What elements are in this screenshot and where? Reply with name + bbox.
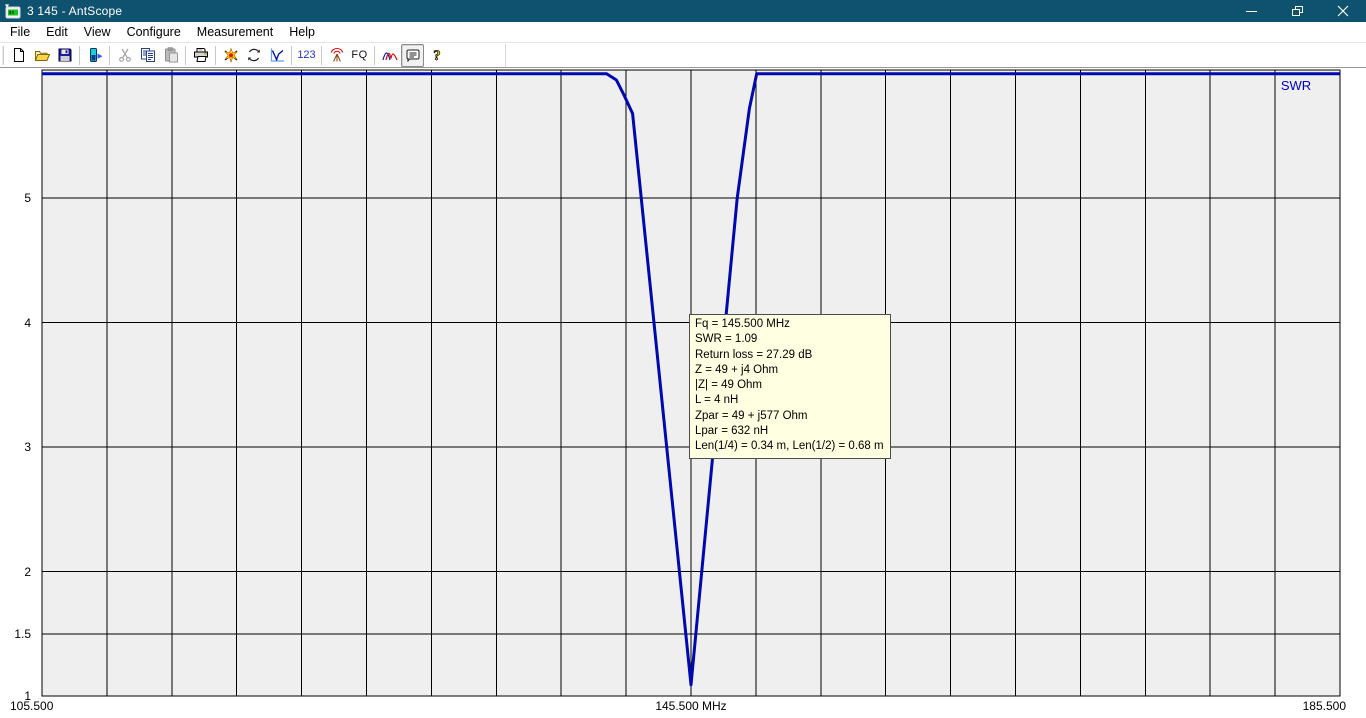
copy-button[interactable] (136, 44, 159, 67)
question-mark-icon: ? (428, 47, 444, 63)
spark-button[interactable] (219, 44, 242, 67)
minimize-icon (1246, 11, 1257, 12)
antenna-transmit-icon (329, 47, 345, 63)
tooltip-line: Z = 49 + j4 Ohm (695, 363, 884, 378)
app-icon (5, 3, 21, 19)
swr-legend: SWR (1266, 78, 1326, 93)
y-axis-label: 1.5 (0, 627, 31, 641)
curves-button[interactable] (378, 44, 401, 67)
window-title: 3 145 - AntScope (27, 4, 122, 18)
tooltip-line: Lpar = 632 nH (695, 424, 884, 439)
fq-label-icon: FQ (351, 49, 367, 61)
menu-configure[interactable]: Configure (119, 23, 189, 41)
antscope-window: 3 145 - AntScope File Edit View Configur… (0, 0, 1366, 718)
tooltip-line: Len(1/4) = 0.34 m, Len(1/2) = 0.68 m (695, 439, 884, 454)
menu-edit[interactable]: Edit (38, 23, 76, 41)
toolbar-separator (291, 46, 292, 65)
x-axis-label-end: 185.500 (1240, 699, 1346, 713)
restore-icon (1292, 6, 1303, 16)
save-button[interactable] (53, 44, 76, 67)
numbers-button[interactable]: 123 (295, 44, 318, 67)
antenna-button[interactable] (325, 44, 348, 67)
paste-button[interactable] (159, 44, 182, 67)
spark-star-icon (223, 47, 239, 63)
refresh-button[interactable] (242, 44, 265, 67)
swr-curve-chart-icon (269, 47, 285, 63)
tooltip-line: |Z| = 49 Ohm (695, 378, 884, 393)
toolbar-separator (374, 46, 375, 65)
connect-device-button[interactable] (83, 44, 106, 67)
overlay-curves-icon (382, 47, 398, 63)
y-axis-label: 5 (0, 191, 31, 205)
fq-button[interactable]: FQ (348, 44, 371, 67)
save-floppy-icon (57, 47, 73, 63)
print-button[interactable] (189, 44, 212, 67)
toolbar-separator (215, 46, 216, 65)
toolbar-separator (109, 46, 110, 65)
new-button[interactable] (7, 44, 30, 67)
x-axis-label-start: 105.500 (10, 699, 53, 713)
x-axis-label-center: 145.500 MHz (611, 699, 771, 713)
notes-list-icon (405, 47, 421, 63)
open-folder-icon (34, 47, 50, 63)
menu-bar: File Edit View Configure Measurement Hel… (0, 22, 1366, 43)
restore-button[interactable] (1274, 0, 1320, 22)
refresh-arrows-icon (246, 47, 262, 63)
cursor-info-toggle-button[interactable] (401, 44, 424, 67)
open-button[interactable] (30, 44, 53, 67)
paste-clipboard-icon (163, 47, 179, 63)
menu-view[interactable]: View (76, 23, 119, 41)
scissors-icon (117, 47, 133, 63)
close-icon (1337, 5, 1349, 17)
menu-measurement[interactable]: Measurement (189, 23, 281, 41)
tooltip-line: SWR = 1.09 (695, 332, 884, 347)
toolbar-gripper (2, 46, 4, 65)
window-controls (1228, 0, 1366, 22)
cursor-info-tooltip: Fq = 145.500 MHz SWR = 1.09 Return loss … (689, 314, 891, 459)
cut-button[interactable] (113, 44, 136, 67)
minimize-button[interactable] (1228, 0, 1274, 22)
printer-icon (193, 47, 209, 63)
new-document-icon (11, 47, 27, 63)
menu-help[interactable]: Help (281, 23, 323, 41)
menu-file[interactable]: File (2, 23, 38, 41)
close-button[interactable] (1320, 0, 1366, 22)
analyzer-device-icon (87, 47, 103, 63)
swr-plot[interactable] (0, 68, 1366, 718)
y-axis-label: 3 (0, 440, 31, 454)
tooltip-line: Fq = 145.500 MHz (695, 317, 884, 332)
tooltip-line: L = 4 nH (695, 393, 884, 408)
numbers-123-icon: 123 (297, 49, 315, 61)
copy-icon (140, 47, 156, 63)
title-bar: 3 145 - AntScope (0, 0, 1366, 22)
toolbar-separator (321, 46, 322, 65)
toolbar: 123 FQ (0, 43, 1366, 68)
svg-text:?: ? (433, 48, 441, 63)
y-axis-label: 4 (0, 316, 31, 330)
toolbar-separator (185, 46, 186, 65)
tooltip-line: Zpar = 49 + j577 Ohm (695, 409, 884, 424)
help-button[interactable]: ? (424, 44, 447, 67)
swr-chart-button[interactable] (265, 44, 288, 67)
toolbar-separator (79, 46, 80, 65)
y-axis-label: 2 (0, 565, 31, 579)
chart-area: 54321.51 105.500 145.500 MHz 185.500 SWR… (0, 68, 1366, 718)
tooltip-line: Return loss = 27.29 dB (695, 348, 884, 363)
toolbar-band-edge (505, 44, 506, 67)
